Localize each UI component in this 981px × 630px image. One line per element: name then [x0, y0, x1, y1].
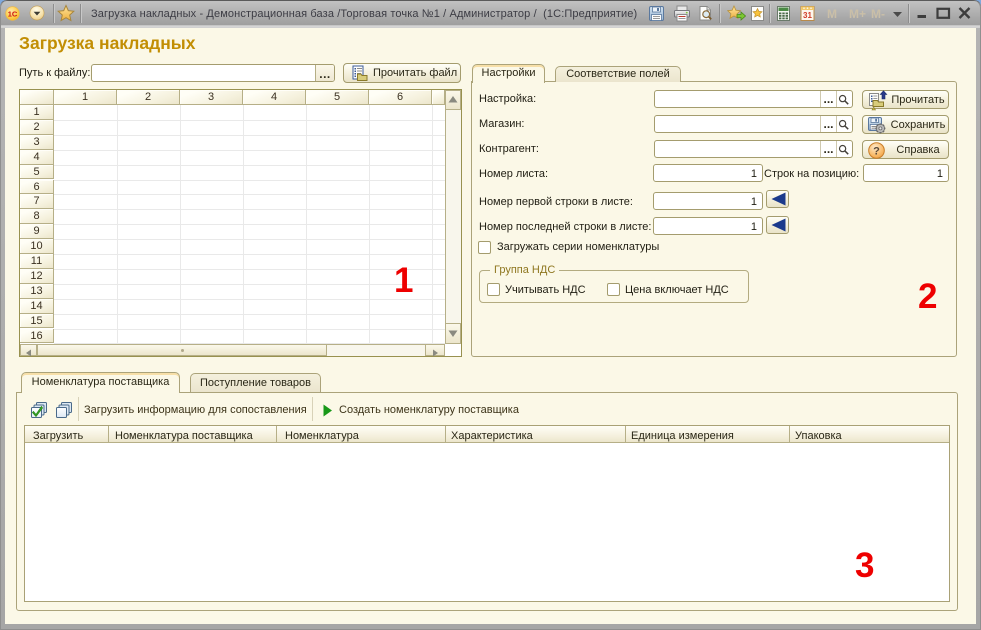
svg-text:1С: 1С — [8, 9, 18, 18]
svg-text:?: ? — [873, 146, 880, 158]
svg-text:31: 31 — [803, 11, 812, 20]
